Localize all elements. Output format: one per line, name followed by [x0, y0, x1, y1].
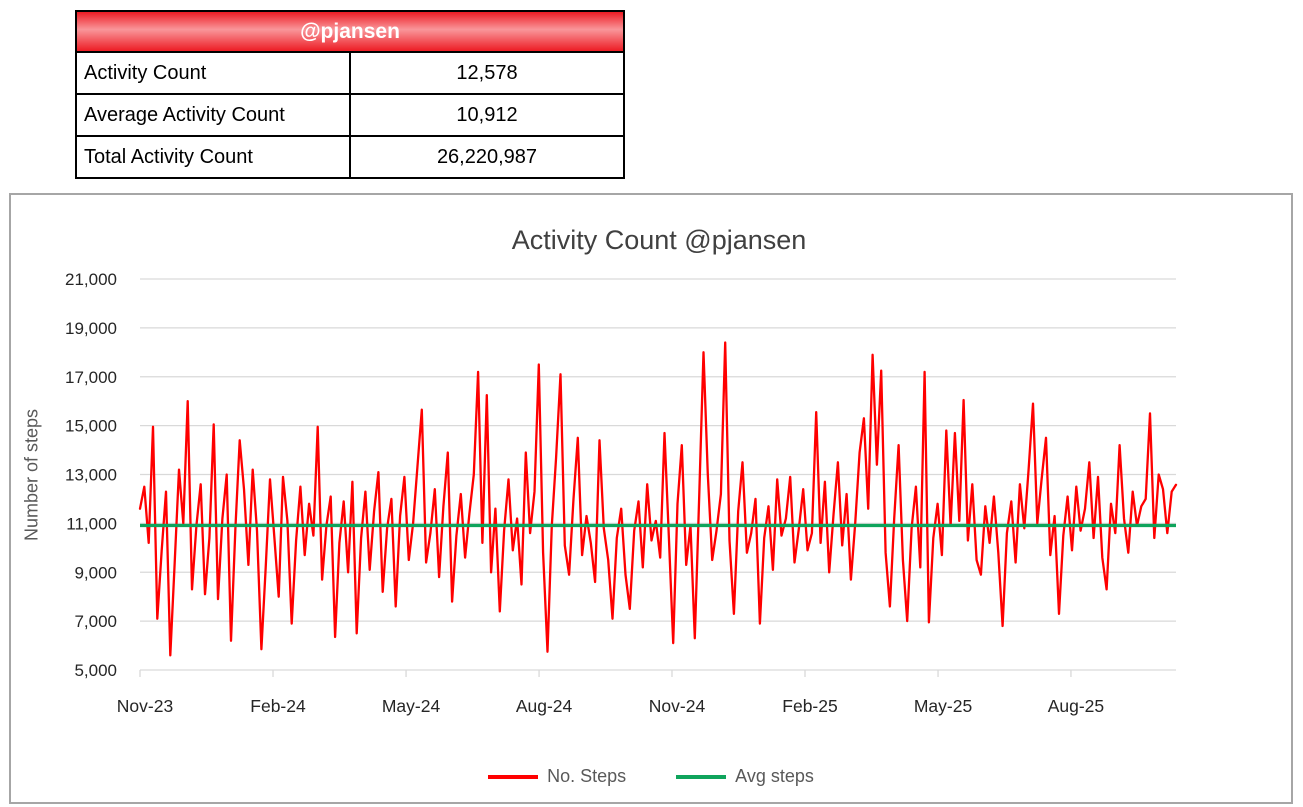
- stat-label-total-activity-count: Total Activity Count: [76, 136, 350, 178]
- x-tick-label: Feb-24: [250, 696, 306, 716]
- y-tick-label: 17,000: [65, 368, 117, 387]
- y-tick-label: 21,000: [65, 270, 117, 289]
- table-row: Total Activity Count 26,220,987: [76, 136, 624, 178]
- page: @pjansen Activity Count 12,578 Average A…: [0, 0, 1303, 807]
- x-tick-label: Nov-23: [117, 696, 173, 716]
- x-tick-label: Nov-24: [649, 696, 706, 716]
- avg-steps-line-swatch: [676, 775, 726, 779]
- stats-table: @pjansen Activity Count 12,578 Average A…: [75, 10, 625, 179]
- stat-value-activity-count: 12,578: [350, 52, 624, 94]
- stats-table-header-row: @pjansen: [76, 11, 624, 52]
- chart-legend: No. Steps Avg steps: [11, 766, 1291, 787]
- stat-value-total-activity-count: 26,220,987: [350, 136, 624, 178]
- legend-item-avg-steps: Avg steps: [676, 766, 814, 787]
- table-row: Activity Count 12,578: [76, 52, 624, 94]
- table-row: Average Activity Count 10,912: [76, 94, 624, 136]
- chart-container: Activity Count @pjansen Number of steps …: [9, 193, 1293, 804]
- y-tick-label: 13,000: [65, 466, 117, 485]
- y-tick-label: 11,000: [66, 514, 117, 533]
- stat-label-average-activity-count: Average Activity Count: [76, 94, 350, 136]
- x-tick-label: Aug-25: [1048, 696, 1104, 716]
- y-tick-label: 5,000: [74, 661, 117, 680]
- stats-table-header: @pjansen: [76, 11, 624, 52]
- legend-item-no-steps: No. Steps: [488, 766, 626, 787]
- plot-area: 5,000 7,000 9,000 11,000 13,000 15,000 17,000 1…: [11, 195, 1287, 798]
- y-tick-label: 19,000: [65, 319, 117, 338]
- y-tick-label: 9,000: [74, 563, 117, 582]
- no-steps-line-swatch: [488, 775, 538, 779]
- x-tick-label: Feb-25: [782, 696, 837, 716]
- x-tick-label: May-24: [382, 696, 441, 716]
- x-tick-label: May-25: [914, 696, 972, 716]
- stat-value-average-activity-count: 10,912: [350, 94, 624, 136]
- y-tick-label: 7,000: [74, 612, 117, 631]
- legend-label-no-steps: No. Steps: [547, 766, 626, 787]
- stat-label-activity-count: Activity Count: [76, 52, 350, 94]
- y-tick-label: 15,000: [65, 417, 117, 436]
- legend-label-avg-steps: Avg steps: [735, 766, 814, 787]
- x-tick-label: Aug-24: [516, 696, 573, 716]
- no-steps-series-line: [140, 343, 1176, 656]
